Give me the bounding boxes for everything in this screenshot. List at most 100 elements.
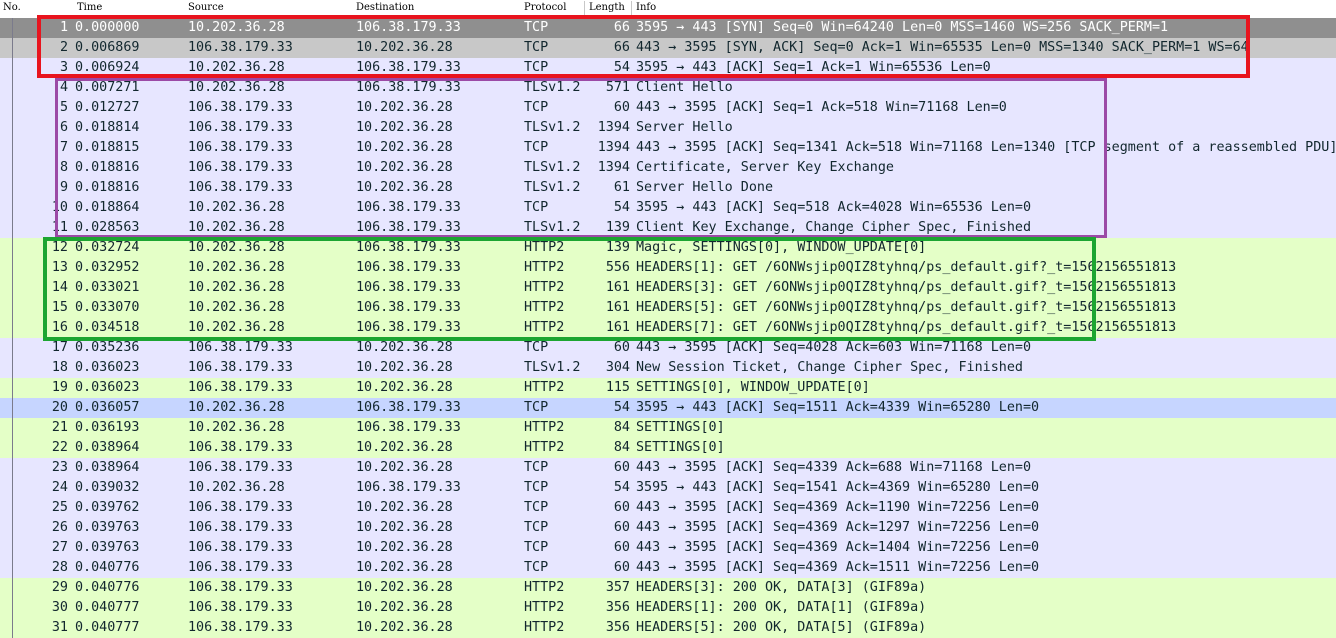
column-header-no[interactable]: No. [3,2,21,13]
packet-info: Client Key Exchange, Change Cipher Spec,… [636,220,1032,235]
packet-row[interactable]: 19 0.036023 106.38.179.33 10.202.36.28 HTTP2… [0,378,1336,398]
packet-info: 443 → 3595 [ACK] Seq=4369 Ack=1404 Win=7… [636,540,1040,555]
column-divider[interactable] [584,1,585,16]
packet-row[interactable]: 25 0.039762 106.38.179.33 10.202.36.28 TCP 60… [0,498,1336,518]
packet-info: HEADERS[7]: GET /6ONWsjip0QIZ8tyhnq/ps_d… [636,320,1177,335]
packet-info: 3595 → 443 [SYN] Seq=0 Win=64240 Len=0 M… [636,20,1169,35]
packet-length: 161 [605,320,630,335]
packet-row[interactable]: 14 0.033021 10.202.36.28 106.38.179.33 HTTP2… [0,278,1336,298]
packet-info: SETTINGS[0] [636,440,725,455]
column-header-time[interactable]: Time [77,2,102,13]
packet-info: 443 → 3595 [ACK] Seq=4339 Ack=688 Win=71… [636,460,1032,475]
packet-length: 54 [613,60,630,75]
packet-row[interactable]: 2 0.006869 106.38.179.33 10.202.36.28 TCP 66 4… [0,38,1336,58]
packet-info: SETTINGS[0], WINDOW_UPDATE[0] [636,380,870,395]
column-header-destination[interactable]: Destination [356,2,414,13]
packet-row[interactable]: 9 0.018816 106.38.179.33 10.202.36.28 TLSv1.… [0,178,1336,198]
packet-row[interactable]: 16 0.034518 10.202.36.28 106.38.179.33 HTTP2… [0,318,1336,338]
column-divider[interactable] [631,1,632,16]
packet-row[interactable]: 22 0.038964 106.38.179.33 10.202.36.28 HTTP2… [0,438,1336,458]
packet-info: Magic, SETTINGS[0], WINDOW_UPDATE[0] [636,240,927,255]
packet-info: HEADERS[5]: GET /6ONWsjip0QIZ8tyhnq/ps_d… [636,300,1177,315]
packet-length: 556 [605,260,630,275]
packet-length: 60 [613,560,630,575]
packet-length: 66 [613,40,630,55]
packet-info: HEADERS[3]: 200 OK, DATA[3] (GIF89a) [636,580,927,595]
packet-length: 60 [613,460,630,475]
packet-row[interactable]: 23 0.038964 106.38.179.33 10.202.36.28 TCP 60… [0,458,1336,478]
packet-info: New Session Ticket, Change Cipher Spec, … [636,360,1023,375]
packet-row[interactable]: 12 0.032724 10.202.36.28 106.38.179.33 HTTP2… [0,238,1336,258]
packet-info: 443 → 3595 [ACK] Seq=1341 Ack=518 Win=71… [636,140,1336,155]
packet-length: 356 [605,600,630,615]
packet-length: 60 [613,500,630,515]
packet-info: 3595 → 443 [ACK] Seq=1 Ack=1 Win=65536 L… [636,60,991,75]
packet-row[interactable]: 20 0.036057 10.202.36.28 106.38.179.33 TCP 54… [0,398,1336,418]
packet-length: 54 [613,400,630,415]
packet-row[interactable]: 3 0.006924 10.202.36.28 106.38.179.33 TCP 54 3… [0,58,1336,78]
packet-length: 84 [613,440,630,455]
packet-row[interactable]: 1 0.000000 10.202.36.28 106.38.179.33 TCP 66 3… [0,18,1336,38]
packet-info: 3595 → 443 [ACK] Seq=1511 Ack=4339 Win=6… [636,400,1040,415]
packet-info: HEADERS[1]: GET /6ONWsjip0QIZ8tyhnq/ps_d… [636,260,1177,275]
packet-length: 1394 [597,160,630,175]
packet-length: 139 [605,220,630,235]
packet-info: HEADERS[1]: 200 OK, DATA[1] (GIF89a) [636,600,927,615]
packet-length: 61 [613,180,630,195]
packet-info: HEADERS[3]: GET /6ONWsjip0QIZ8tyhnq/ps_d… [636,280,1177,295]
packet-info: 443 → 3595 [SYN, ACK] Seq=0 Ack=1 Win=65… [636,40,1249,55]
packet-row[interactable]: 26 0.039763 106.38.179.33 10.202.36.28 TCP 60… [0,518,1336,538]
packet-row[interactable]: 27 0.039763 106.38.179.33 10.202.36.28 TCP 60… [0,538,1336,558]
packet-length: 1394 [597,120,630,135]
packet-row[interactable]: 29 0.040776 106.38.179.33 10.202.36.28 HTTP2… [0,578,1336,598]
packet-row[interactable]: 31 0.040777 106.38.179.33 10.202.36.28 HTTP2… [0,618,1336,638]
packet-length: 66 [613,20,630,35]
packet-row[interactable]: 7 0.018815 106.38.179.33 10.202.36.28 TCP 139… [0,138,1336,158]
packet-length: 60 [613,340,630,355]
packet-length: 357 [605,580,630,595]
column-header-length[interactable]: Length [589,2,625,13]
packet-info: Certificate, Server Key Exchange [636,160,894,175]
packet-row[interactable]: 4 0.007271 10.202.36.28 106.38.179.33 TLSv1.… [0,78,1336,98]
packet-info: HEADERS[5]: 200 OK, DATA[5] (GIF89a) [636,620,927,635]
packet-info: 443 → 3595 [ACK] Seq=4369 Ack=1511 Win=7… [636,560,1040,575]
packet-info: SETTINGS[0] [636,420,725,435]
packet-row[interactable]: 17 0.035236 106.38.179.33 10.202.36.28 TCP 60… [0,338,1336,358]
packet-row[interactable]: 21 0.036193 10.202.36.28 106.38.179.33 HTTP2… [0,418,1336,438]
column-header-protocol[interactable]: Protocol [524,2,566,13]
packet-info: Server Hello [636,120,733,135]
packet-info: Server Hello Done [636,180,774,195]
packet-row[interactable]: 24 0.039032 10.202.36.28 106.38.179.33 TCP 54… [0,478,1336,498]
packet-info: 443 → 3595 [ACK] Seq=4369 Ack=1297 Win=7… [636,520,1040,535]
packet-row[interactable]: 15 0.033070 10.202.36.28 106.38.179.33 HTTP2… [0,298,1336,318]
packet-row[interactable]: 13 0.032952 10.202.36.28 106.38.179.33 HTTP2… [0,258,1336,278]
packet-info: 443 → 3595 [ACK] Seq=4028 Ack=603 Win=71… [636,340,1032,355]
packet-length: 60 [613,100,630,115]
packet-list-header: No. Time Source Destination Protocol Len… [0,0,1336,18]
packet-length: 60 [613,540,630,555]
packet-info: 3595 → 443 [ACK] Seq=518 Ack=4028 Win=65… [636,200,1032,215]
packet-length: 161 [605,300,630,315]
packet-row[interactable]: 6 0.018814 106.38.179.33 10.202.36.28 TLSv1.… [0,118,1336,138]
packet-row[interactable]: 30 0.040777 106.38.179.33 10.202.36.28 HTTP2… [0,598,1336,618]
packet-row[interactable]: 10 0.018864 10.202.36.28 106.38.179.33 TCP 54… [0,198,1336,218]
packet-row[interactable]: 5 0.012727 106.38.179.33 10.202.36.28 TCP 60 4… [0,98,1336,118]
packet-info: 443 → 3595 [ACK] Seq=1 Ack=518 Win=71168… [636,100,1007,115]
packet-row[interactable]: 28 0.040776 106.38.179.33 10.202.36.28 TCP 60… [0,558,1336,578]
packet-length: 60 [613,520,630,535]
column-header-source[interactable]: Source [188,2,224,13]
packet-length: 54 [613,480,630,495]
packet-info: 443 → 3595 [ACK] Seq=4369 Ack=1190 Win=7… [636,500,1040,515]
packet-row[interactable]: 18 0.036023 106.38.179.33 10.202.36.28 TLSv1… [0,358,1336,378]
packet-length: 115 [605,380,630,395]
packet-length: 1394 [597,140,630,155]
packet-row[interactable]: 8 0.018816 106.38.179.33 10.202.36.28 TLSv1.… [0,158,1336,178]
column-header-info[interactable]: Info [636,2,656,13]
packet-length: 571 [605,80,630,95]
packet-length: 304 [605,360,630,375]
packet-info: Client Hello [636,80,733,95]
packet-length: 54 [613,200,630,215]
packet-row[interactable]: 11 0.028563 10.202.36.28 106.38.179.33 TLSv1… [0,218,1336,238]
packet-length: 356 [605,620,630,635]
packet-info: 3595 → 443 [ACK] Seq=1541 Ack=4369 Win=6… [636,480,1040,495]
